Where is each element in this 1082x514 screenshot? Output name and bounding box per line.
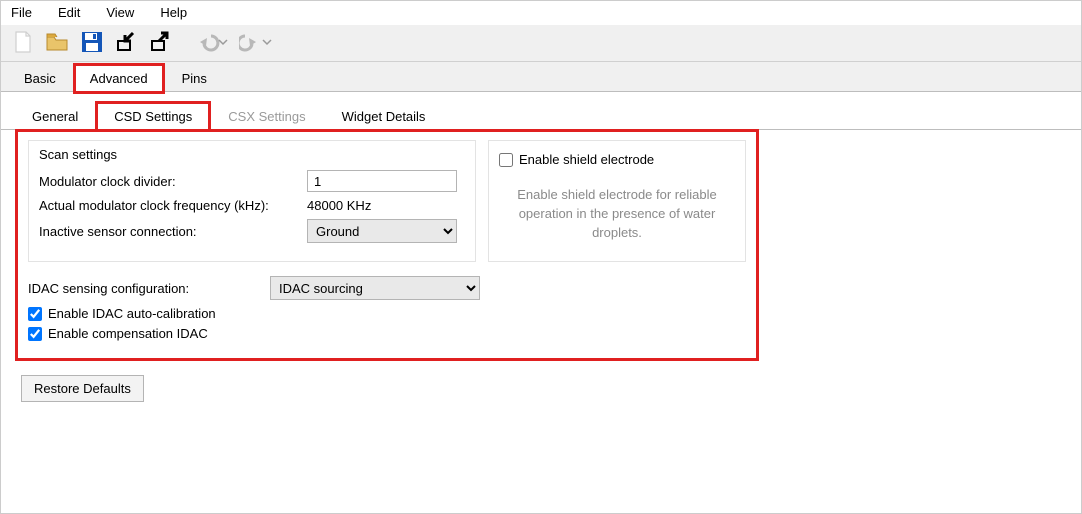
menu-file[interactable]: File (7, 3, 36, 22)
new-file-icon[interactable] (11, 29, 37, 55)
scan-settings-legend: Scan settings (39, 147, 465, 162)
enable-shield-label: Enable shield electrode (519, 152, 654, 167)
export-icon[interactable] (147, 29, 173, 55)
modulator-clock-divider-input[interactable] (307, 170, 457, 192)
shield-description: Enable shield electrode for reliable ope… (499, 172, 735, 247)
enable-shield-checkbox[interactable] (499, 153, 513, 167)
inactive-sensor-label: Inactive sensor connection: (39, 224, 307, 239)
subtab-csx-settings[interactable]: CSX Settings (211, 103, 322, 130)
csd-settings-highlight: Scan settings Modulator clock divider: A… (15, 129, 759, 361)
import-icon[interactable] (113, 29, 139, 55)
shield-electrode-group: Enable shield electrode Enable shield el… (488, 140, 746, 262)
menu-view[interactable]: View (102, 3, 138, 22)
subtab-widget-details[interactable]: Widget Details (325, 103, 443, 130)
inactive-sensor-select[interactable]: Ground (307, 219, 457, 243)
subtab-general[interactable]: General (15, 103, 95, 130)
tab-pins[interactable]: Pins (167, 65, 222, 92)
enable-comp-idac-checkbox[interactable] (28, 327, 42, 341)
enable-idac-autocal-label: Enable IDAC auto-calibration (48, 306, 216, 321)
idac-config-label: IDAC sensing configuration: (28, 281, 260, 296)
tab-basic[interactable]: Basic (9, 65, 71, 92)
menubar: File Edit View Help (1, 1, 1081, 25)
modulator-clock-divider-label: Modulator clock divider: (39, 174, 307, 189)
scan-settings-group: Scan settings Modulator clock divider: A… (28, 140, 476, 262)
primary-tabs: Basic Advanced Pins (1, 62, 1081, 92)
subtab-csd-settings[interactable]: CSD Settings (97, 103, 209, 130)
idac-config-select[interactable]: IDAC sourcing (270, 276, 480, 300)
tab-advanced[interactable]: Advanced (75, 65, 163, 92)
enable-comp-idac-label: Enable compensation IDAC (48, 326, 208, 341)
menu-edit[interactable]: Edit (54, 3, 84, 22)
enable-idac-autocal-checkbox[interactable] (28, 307, 42, 321)
undo-icon[interactable] (195, 29, 231, 55)
actual-mod-freq-value: 48000 KHz (307, 198, 371, 213)
open-folder-icon[interactable] (45, 29, 71, 55)
tab-content: Scan settings Modulator clock divider: A… (1, 129, 1081, 416)
menu-help[interactable]: Help (156, 3, 191, 22)
save-icon[interactable] (79, 29, 105, 55)
sub-tabs: General CSD Settings CSX Settings Widget… (1, 92, 1081, 130)
actual-mod-freq-label: Actual modulator clock frequency (kHz): (39, 198, 307, 213)
toolbar (1, 25, 1081, 62)
redo-icon[interactable] (239, 29, 275, 55)
restore-defaults-button[interactable]: Restore Defaults (21, 375, 144, 402)
